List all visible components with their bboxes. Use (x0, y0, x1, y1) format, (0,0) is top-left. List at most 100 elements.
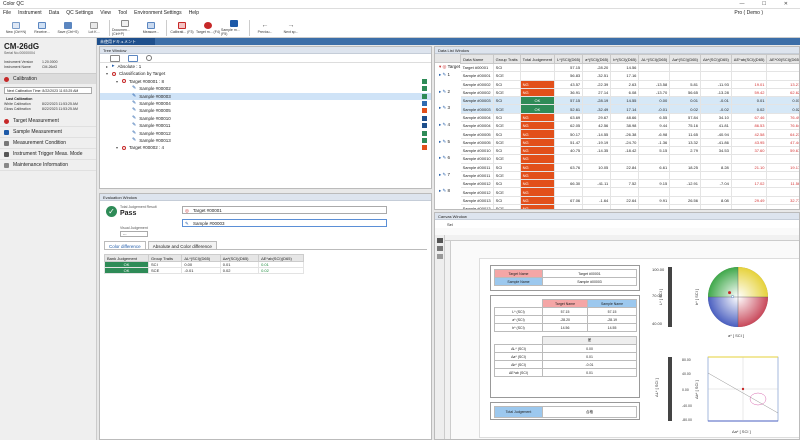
pointer-icon[interactable] (437, 238, 443, 243)
tree-item[interactable]: ✎ Sample #00004 (100, 100, 431, 107)
menu-tool[interactable]: Tool (118, 9, 127, 18)
data-tree-item[interactable] (435, 129, 460, 137)
table-row[interactable]: Sample #00013SCENG90.000.84 (460, 204, 799, 209)
column-header[interactable]: a*(SCI)(D65) (582, 54, 612, 64)
previous-button[interactable]: ← Previou... (252, 18, 278, 38)
sample-name-field[interactable]: ✎ Sample #00003 (182, 219, 387, 227)
column-header[interactable]: Group Traits (148, 254, 183, 262)
table-row[interactable]: Sample #00012SCENG90.000.84 (460, 187, 799, 197)
column-header[interactable]: Δa*(SCI)(D65) (669, 54, 701, 64)
column-header[interactable]: Δb*(SCI)(D65) (700, 54, 732, 64)
chevron-down-icon[interactable]: ▾ (116, 78, 120, 85)
tree-item[interactable]: ✎ Sample #00010 (100, 115, 431, 122)
chevron-right-icon[interactable]: ▸ (106, 63, 110, 70)
calibration-section[interactable]: Calibration (0, 73, 96, 84)
column-header[interactable]: Data Name (460, 54, 494, 64)
visual-judgement-select[interactable]: --- (120, 231, 148, 237)
tree-item[interactable]: ✎ Sample #00003 (100, 92, 431, 100)
table-row[interactable]: Sample #00002 SCI NG 43.57 -22.39 2.63 -13.58 5… (460, 80, 799, 89)
tree-item[interactable]: ▾ Target #00001 : 8 (100, 78, 431, 85)
lot-button[interactable]: Lot K... (81, 18, 107, 38)
data-tree-item[interactable]: ▸ ✎ 3 (435, 104, 460, 112)
tree-item[interactable]: ✎ Sample #00011 (100, 122, 431, 129)
measure-button[interactable]: Measure... (138, 18, 164, 38)
column-header[interactable]: ΔL*(SCI)(D65) (181, 254, 221, 262)
tab-document[interactable]: 未使用ドキュメント (97, 38, 155, 45)
column-header[interactable]: Total Judgement (519, 54, 556, 64)
table-row[interactable]: OK SCE -0.01 0.02 0.02 (103, 267, 304, 274)
sample-measure-button[interactable]: Sample m... (F5) (221, 18, 247, 38)
data-tree-item[interactable] (435, 80, 460, 88)
tab-absolute-color-difference[interactable]: Absolute and Color difference (147, 241, 217, 249)
data-tree-item[interactable]: ▸ ✎ 2 (435, 88, 460, 96)
chevron-down-icon[interactable]: ▾ (116, 144, 120, 151)
data-tree-item[interactable]: ▸ ✎ 1 (435, 71, 460, 79)
column-header[interactable]: Group Traits (492, 54, 521, 64)
sidebar-item-target-measurement[interactable]: Target Measurement (0, 116, 96, 127)
search-icon[interactable] (146, 55, 152, 61)
table-row[interactable]: Sample #00004 SCI NG 63.69 29.67 48.66 6.55 57.… (460, 113, 799, 123)
table-row[interactable]: Sample #00005 SCE NG 51.47 -19.19 -24.70 -1.36… (460, 138, 799, 147)
table-row[interactable]: Sample #00010SCENG90.000.84 (460, 154, 799, 164)
tree-item[interactable]: ▾ Classification by Target (100, 70, 431, 77)
table-row[interactable]: Sample #00004 SCE NG 62.05 42.56 38.98 9.44 75.… (460, 121, 799, 131)
folder-icon[interactable] (110, 54, 120, 62)
text-tool-icon[interactable] (437, 254, 443, 259)
menu-view[interactable]: View (100, 9, 111, 18)
select-tool[interactable]: Sel (447, 222, 453, 227)
chart-tool-icon[interactable] (437, 246, 443, 251)
column-header[interactable]: Δa*(SCI)(D65) (219, 254, 260, 262)
tab-color-difference[interactable]: Color difference (104, 241, 146, 249)
tree-item[interactable]: ✎ Sample #00012 (100, 130, 431, 137)
table-row[interactable]: Sample #00003 SCI OK 57.15 -28.19 14.55 0.00 0.… (460, 96, 799, 106)
data-tree-item[interactable] (435, 113, 460, 121)
data-tree-item[interactable]: ▸ ✎ 5 (435, 138, 460, 146)
table-row[interactable]: Target #00001SCI57.15-28.2014.5689.16 (460, 63, 799, 73)
column-header[interactable]: Bank Judgement (103, 254, 150, 262)
window-controls[interactable]: — ☐ ✕ (740, 0, 796, 9)
menu-instrument[interactable]: Instrument (18, 9, 42, 18)
column-header[interactable]: ΔE*00(SCI)(D65) (766, 54, 799, 64)
table-row[interactable]: Sample #00011SCENG90.000.84 (460, 171, 799, 181)
data-tree-item[interactable]: ▸ ✎ 6 (435, 154, 460, 162)
tree-item[interactable]: ▾ Target #00002 : 4 (100, 144, 431, 151)
data-tree-item[interactable] (435, 179, 460, 187)
receive-button[interactable]: Receive... (29, 18, 55, 38)
data-tree-item[interactable] (435, 196, 460, 204)
document-print-button[interactable]: Documen... (Ctrl+P) (112, 18, 138, 38)
column-header[interactable]: ΔL*(SCI)(D65) (638, 54, 671, 64)
table-row[interactable]: Sample #00005 SCI NG 50.17 -14.55 -26.38 -6.98… (460, 129, 799, 139)
sidebar-item-sample-measurement[interactable]: Sample Measurement (0, 127, 96, 138)
sidebar-item-measurement-condition[interactable]: Measurement Condition (0, 138, 96, 149)
data-tree-item[interactable]: ▾ ◎ Target (435, 63, 460, 71)
target-name-field[interactable]: ◎ Target #00001 (182, 206, 387, 214)
menu-data[interactable]: Data (49, 9, 60, 18)
menu-help[interactable]: Help (189, 9, 199, 18)
canvas-area[interactable]: Target Name Target #00001 Sample Name Samp… (435, 228, 799, 439)
menu-file[interactable]: File (3, 9, 11, 18)
folder-target-icon[interactable] (128, 54, 138, 62)
new-button[interactable]: New (Ctrl+N) (3, 18, 29, 38)
table-row[interactable]: Sample #00003 SCE OK 52.61 -32.49 17.14 -0.01 0… (460, 104, 799, 114)
column-header[interactable]: ΔE*ab(SCI)(D65) (258, 254, 304, 262)
sidebar-item-maintenance[interactable]: Maintenance Information (0, 160, 96, 171)
data-tree-item[interactable]: ▸ ✎ 8 (435, 187, 460, 195)
calibration-button[interactable]: Calibrati... (F3) (169, 18, 195, 38)
column-header[interactable]: ΔE*ab(SCI)(D65) (730, 54, 768, 64)
table-row[interactable]: Sample #00001SCE56.83-32.5117.1689.16 (460, 71, 799, 81)
menu-environment-settings[interactable]: Environment Settings (134, 9, 182, 18)
data-tree-item[interactable] (435, 163, 460, 171)
table-row[interactable]: Sample #00012 SCI NG 66.30 -41.11 7.52 9.15 -12… (460, 179, 799, 189)
menu-qc-settings[interactable]: QC Settings (66, 9, 93, 18)
data-tree-item[interactable] (435, 96, 460, 104)
data-tree-item[interactable]: ▸ ✎ 7 (435, 171, 460, 179)
chevron-down-icon[interactable]: ▾ (106, 70, 110, 77)
next-button[interactable]: → Next sp... (278, 18, 304, 38)
column-header[interactable]: b*(SCI)(D65) (610, 54, 640, 64)
data-tree-item[interactable]: ▸ ✎ 4 (435, 121, 460, 129)
save-button[interactable]: Save (Ctrl+S) (55, 18, 81, 38)
data-tree-item[interactable] (435, 146, 460, 154)
target-measure-button[interactable]: Target m... (F4) (195, 18, 221, 38)
tree-item[interactable]: ▸ ▸ Absolute : 1 (100, 63, 431, 70)
tree-item[interactable]: ✎ Sample #00002 (100, 85, 431, 92)
